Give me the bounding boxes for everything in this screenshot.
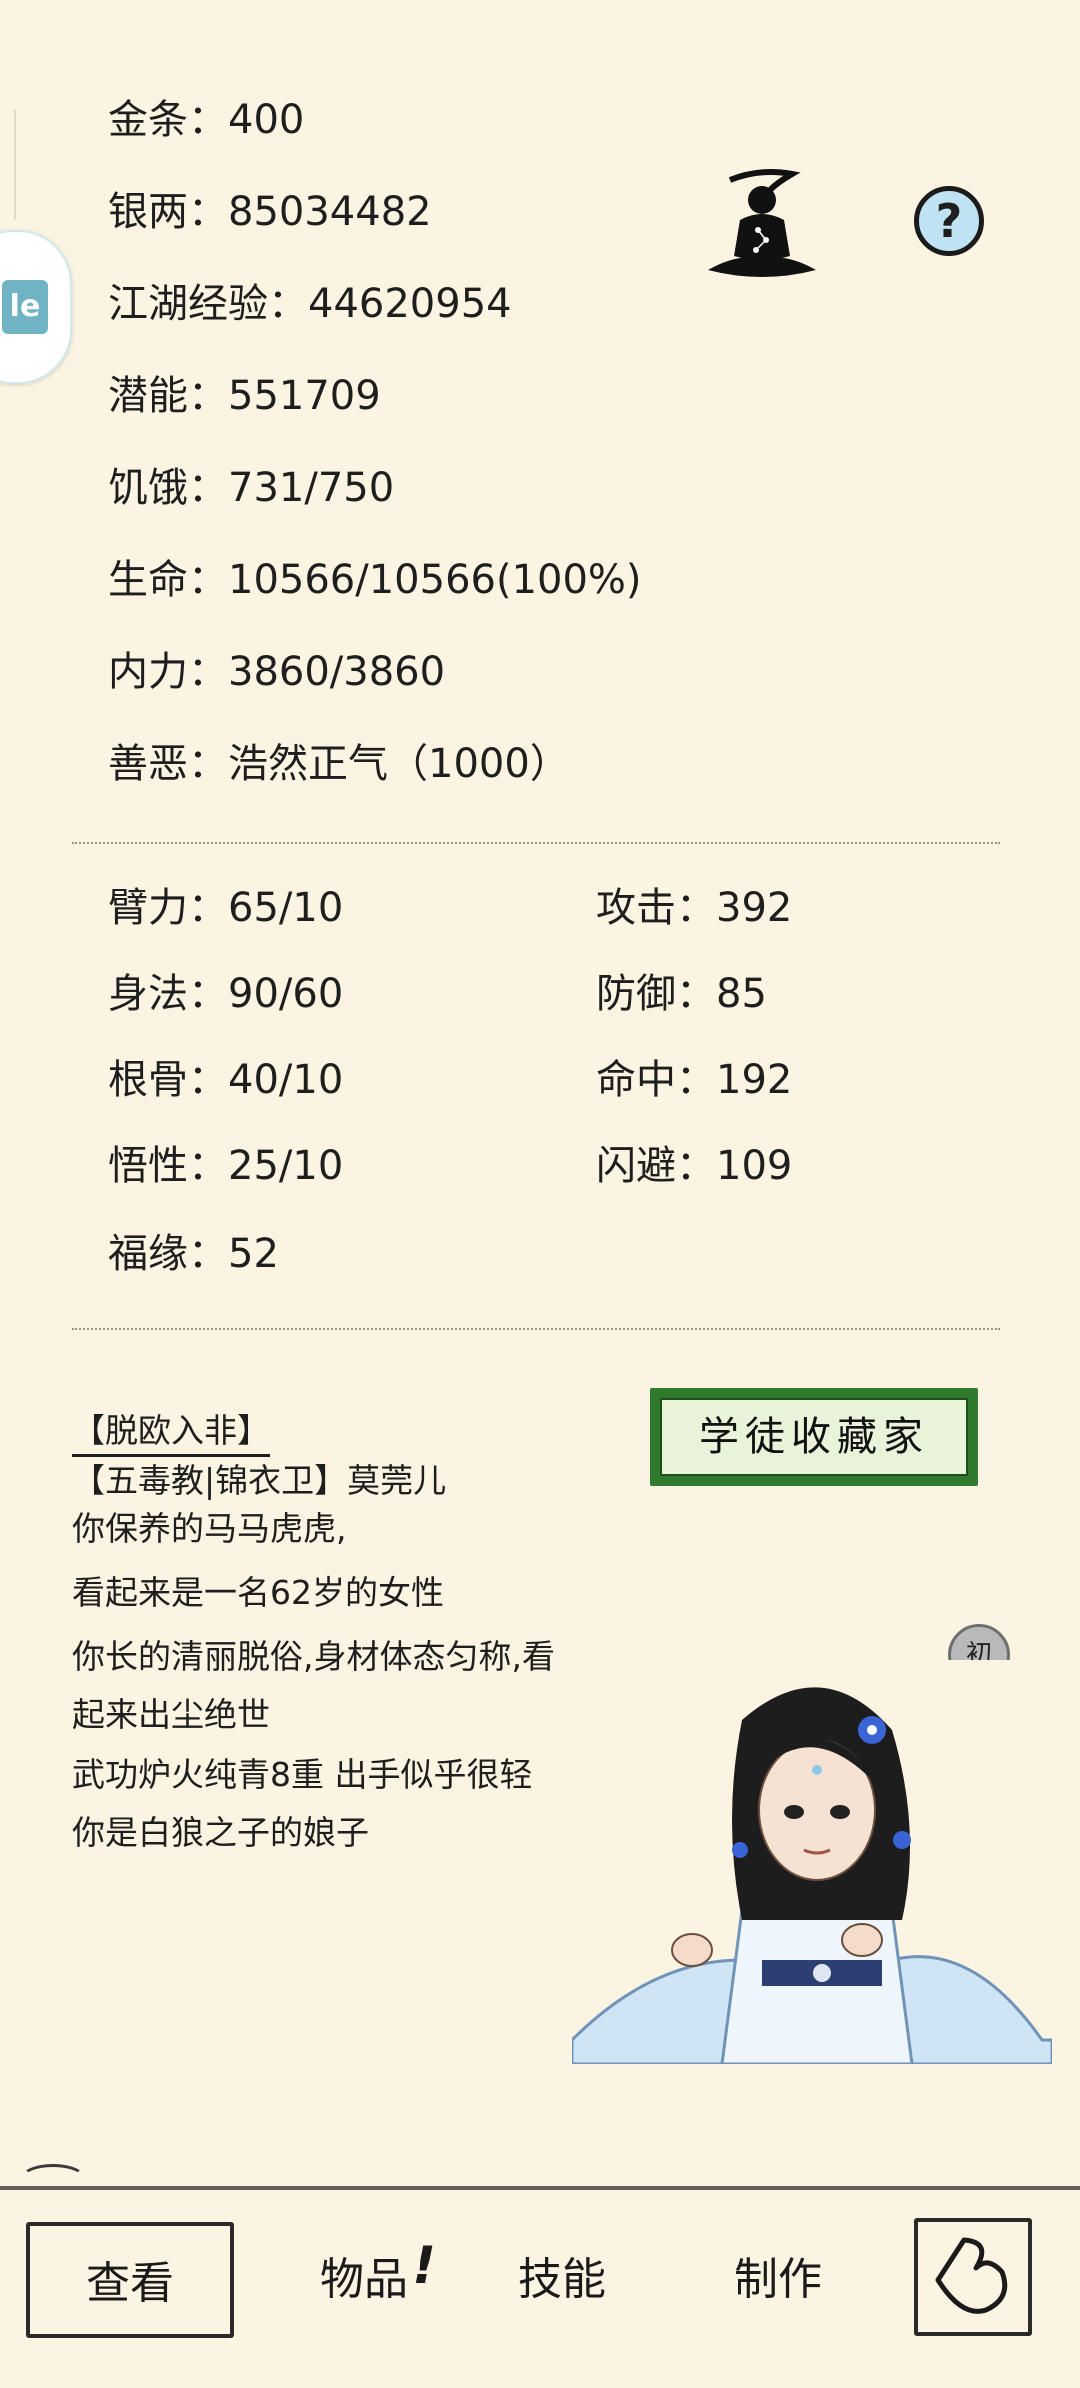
- side-widget-icon: le: [2, 280, 48, 334]
- bottom-ink-swirl: [20, 2164, 86, 2194]
- floating-side-widget[interactable]: le: [0, 230, 72, 384]
- description-line: 武功炉火纯青8重 出手似乎很轻: [72, 1755, 533, 1794]
- attr-accuracy: 命中192: [596, 1052, 792, 1108]
- description-line: 你长的清丽脱俗,身材体态匀称,看: [72, 1637, 555, 1676]
- stat-inner-force: 内力3860/3860: [108, 644, 445, 700]
- stat-health: 生命10566/10566(100%): [108, 552, 642, 608]
- stat-hunger: 饥饿731/750: [108, 460, 394, 516]
- description-line: 你是白狼之子的娘子: [72, 1813, 369, 1852]
- meditation-icon[interactable]: [700, 160, 824, 284]
- attr-agility: 身法90/60: [108, 966, 343, 1022]
- attr-comprehension: 悟性25/10: [108, 1138, 343, 1194]
- attr-attack: 攻击392: [596, 880, 792, 936]
- description-line: 你保养的马马虎虎,: [72, 1509, 347, 1548]
- attr-fortune: 福缘52: [108, 1226, 279, 1282]
- description-line: 看起来是一名62岁的女性: [72, 1573, 444, 1612]
- character-faction-name: 【五毒教|锦衣卫】莫莞儿: [72, 1461, 447, 1500]
- stat-potential: 潜能551709: [108, 368, 381, 424]
- description-line: 起来出尘绝世: [72, 1695, 270, 1734]
- nav-tab-items-label: 物品: [320, 2254, 408, 2305]
- edge-line: [0, 110, 16, 220]
- stat-experience: 江湖经验44620954: [108, 276, 512, 332]
- nav-tab-items-badge: !: [412, 2236, 436, 2296]
- nav-tab-skills[interactable]: 技能: [480, 2222, 644, 2338]
- bottom-ink-line: [0, 2186, 1080, 2190]
- help-icon[interactable]: ?: [914, 186, 984, 256]
- attr-dodge: 闪避109: [596, 1138, 792, 1194]
- attr-defense: 防御85: [596, 966, 767, 1022]
- stat-morality: 善恶浩然正气（1000）: [108, 736, 570, 792]
- nav-tab-items[interactable]: 物品 !: [282, 2222, 446, 2338]
- back-arrow-icon[interactable]: [914, 2218, 1032, 2336]
- title-banner[interactable]: 学徒收藏家: [650, 1388, 978, 1486]
- title-banner-inner: 学徒收藏家: [660, 1398, 968, 1476]
- stat-gold-bars: 金条400: [108, 92, 304, 148]
- divider-top: [72, 842, 1000, 844]
- attr-constitution: 根骨40/10: [108, 1052, 343, 1108]
- character-portrait: [570, 1660, 1054, 2066]
- nav-tab-craft[interactable]: 制作: [696, 2222, 860, 2338]
- character-nickname[interactable]: 【脱欧入非】: [72, 1408, 270, 1457]
- attr-strength: 臂力65/10: [108, 880, 343, 936]
- divider-bottom: [72, 1328, 1000, 1330]
- nav-tab-view[interactable]: 查看: [26, 2222, 234, 2338]
- stat-silver: 银两85034482: [108, 184, 432, 240]
